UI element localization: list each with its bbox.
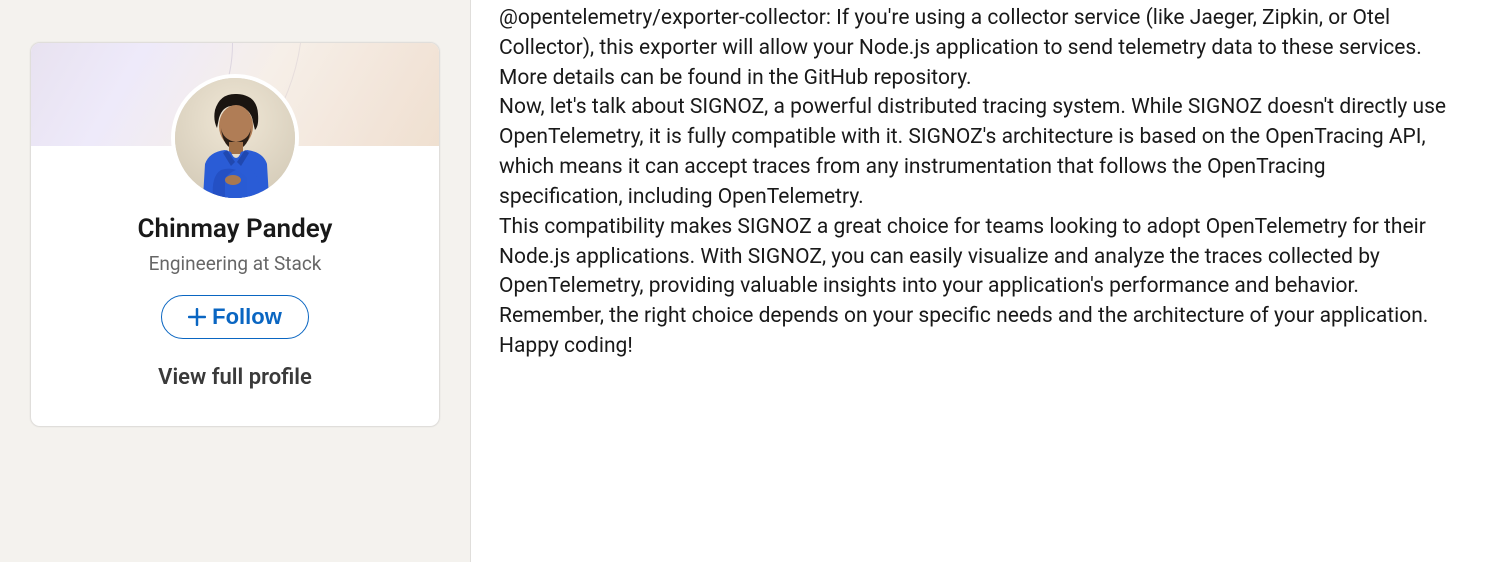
- avatar[interactable]: [171, 74, 299, 202]
- profile-subtitle: Engineering at Stack: [31, 252, 439, 275]
- sidebar: U R W AL: [0, 0, 470, 562]
- article-paragraph: This compatibility makes SIGNOZ a great …: [499, 213, 1448, 302]
- avatar-image: [175, 78, 295, 198]
- article-paragraph: Now, let's talk about SIGNOZ, a powerful…: [499, 93, 1448, 212]
- follow-label: Follow: [212, 304, 282, 330]
- profile-name[interactable]: Chinmay Pandey: [31, 214, 439, 244]
- view-full-profile-link[interactable]: View full profile: [31, 365, 439, 390]
- plus-icon: [188, 308, 206, 326]
- profile-card: U R W AL: [30, 42, 440, 427]
- article-paragraph: Remember, the right choice depends on yo…: [499, 302, 1448, 362]
- article-content: @opentelemetry/exporter-collector: If yo…: [471, 0, 1504, 562]
- article-paragraph: @opentelemetry/exporter-collector: If yo…: [499, 4, 1448, 93]
- follow-button[interactable]: Follow: [161, 295, 309, 339]
